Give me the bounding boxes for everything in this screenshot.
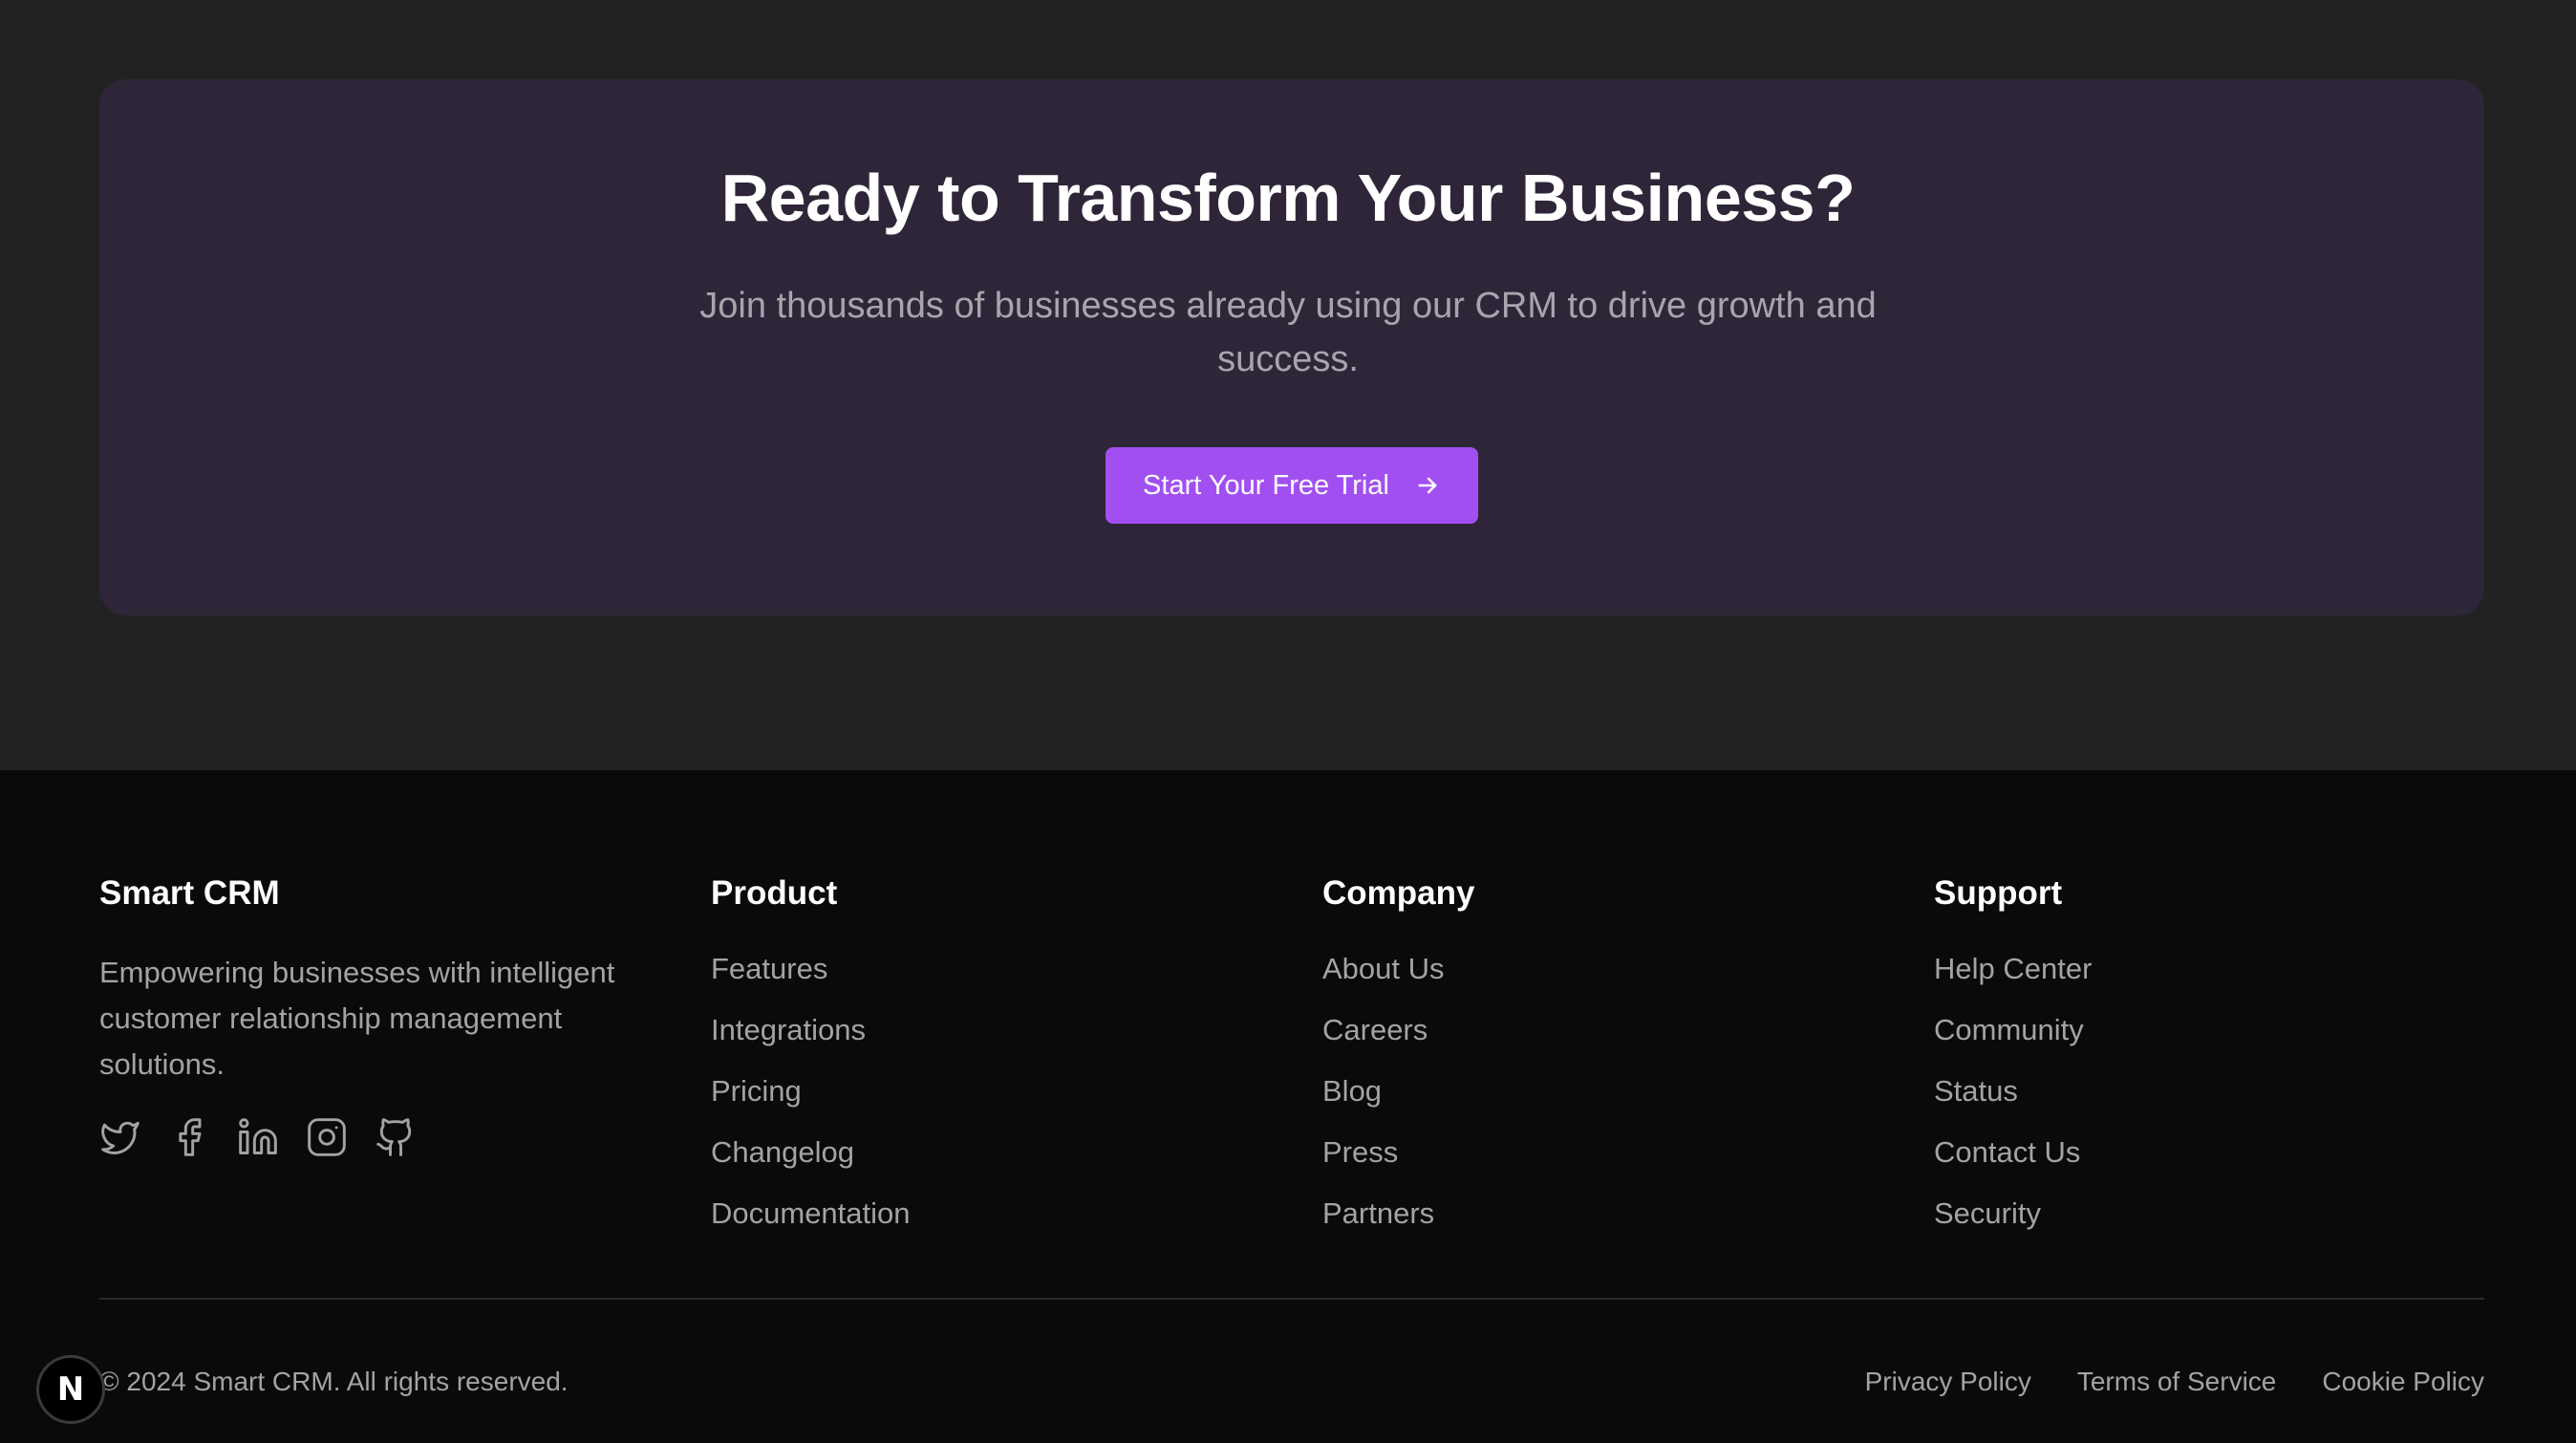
product-links: Features Integrations Pricing Changelog … [711, 950, 1246, 1233]
footer-link-contact-us[interactable]: Contact Us [1934, 1133, 2469, 1172]
cta-subtitle: Join thousands of businesses already usi… [699, 286, 1877, 379]
footer-divider [99, 1298, 2484, 1300]
instagram-icon[interactable] [306, 1116, 348, 1158]
footer-link-partners[interactable]: Partners [1322, 1195, 1857, 1233]
footer-link-features[interactable]: Features [711, 950, 1246, 988]
page: Ready to Transform Your Business? Join t… [0, 0, 2576, 1443]
cta-section: Ready to Transform Your Business? Join t… [0, 0, 2576, 770]
facebook-icon[interactable] [168, 1116, 210, 1158]
legal-links: Privacy Policy Terms of Service Cookie P… [1865, 1363, 2484, 1401]
brand-name: Smart CRM [99, 874, 280, 912]
github-icon[interactable] [375, 1116, 417, 1158]
copyright-text: © 2024 Smart CRM. All rights reserved. [99, 1367, 569, 1396]
terms-of-service-link[interactable]: Terms of Service [2077, 1363, 2277, 1401]
footer-link-help-center[interactable]: Help Center [1934, 950, 2469, 988]
footer-link-community[interactable]: Community [1934, 1011, 2469, 1049]
footer-link-blog[interactable]: Blog [1322, 1072, 1857, 1110]
footer-link-about-us[interactable]: About Us [1322, 950, 1857, 988]
footer-link-press[interactable]: Press [1322, 1133, 1857, 1172]
footer: Smart CRM Empowering businesses with int… [0, 770, 2576, 1443]
arrow-right-icon [1414, 472, 1441, 499]
footer-link-pricing[interactable]: Pricing [711, 1072, 1246, 1110]
footer-link-security[interactable]: Security [1934, 1195, 2469, 1233]
twitter-icon[interactable] [99, 1116, 141, 1158]
footer-link-documentation[interactable]: Documentation [711, 1195, 1246, 1233]
cta-title: Ready to Transform Your Business? [720, 161, 1856, 235]
start-free-trial-button[interactable]: Start Your Free Trial [1106, 447, 1478, 524]
footer-link-status[interactable]: Status [1934, 1072, 2469, 1110]
linkedin-icon[interactable] [237, 1116, 279, 1158]
social-links [99, 1116, 673, 1158]
start-free-trial-label: Start Your Free Trial [1143, 469, 1389, 501]
brand-description: Empowering businesses with intelligent c… [99, 956, 615, 1081]
support-links: Help Center Community Status Contact Us … [1934, 950, 2469, 1233]
company-heading: Company [1322, 874, 1475, 912]
footer-link-changelog[interactable]: Changelog [711, 1133, 1246, 1172]
footer-link-careers[interactable]: Careers [1322, 1011, 1857, 1049]
footer-support-column: Support Help Center Community Status Con… [1934, 870, 2469, 1256]
footer-product-column: Product Features Integrations Pricing Ch… [711, 870, 1246, 1256]
privacy-policy-link[interactable]: Privacy Policy [1865, 1363, 2031, 1401]
company-links: About Us Careers Blog Press Partners [1322, 950, 1857, 1233]
footer-company-column: Company About Us Careers Blog Press Part… [1322, 870, 1857, 1256]
footer-brand-column: Smart CRM Empowering businesses with int… [99, 870, 673, 1158]
support-heading: Support [1934, 874, 2063, 912]
product-heading: Product [711, 874, 838, 912]
nextjs-dev-badge[interactable]: N [36, 1355, 105, 1424]
cookie-policy-link[interactable]: Cookie Policy [2322, 1363, 2484, 1401]
footer-link-integrations[interactable]: Integrations [711, 1011, 1246, 1049]
